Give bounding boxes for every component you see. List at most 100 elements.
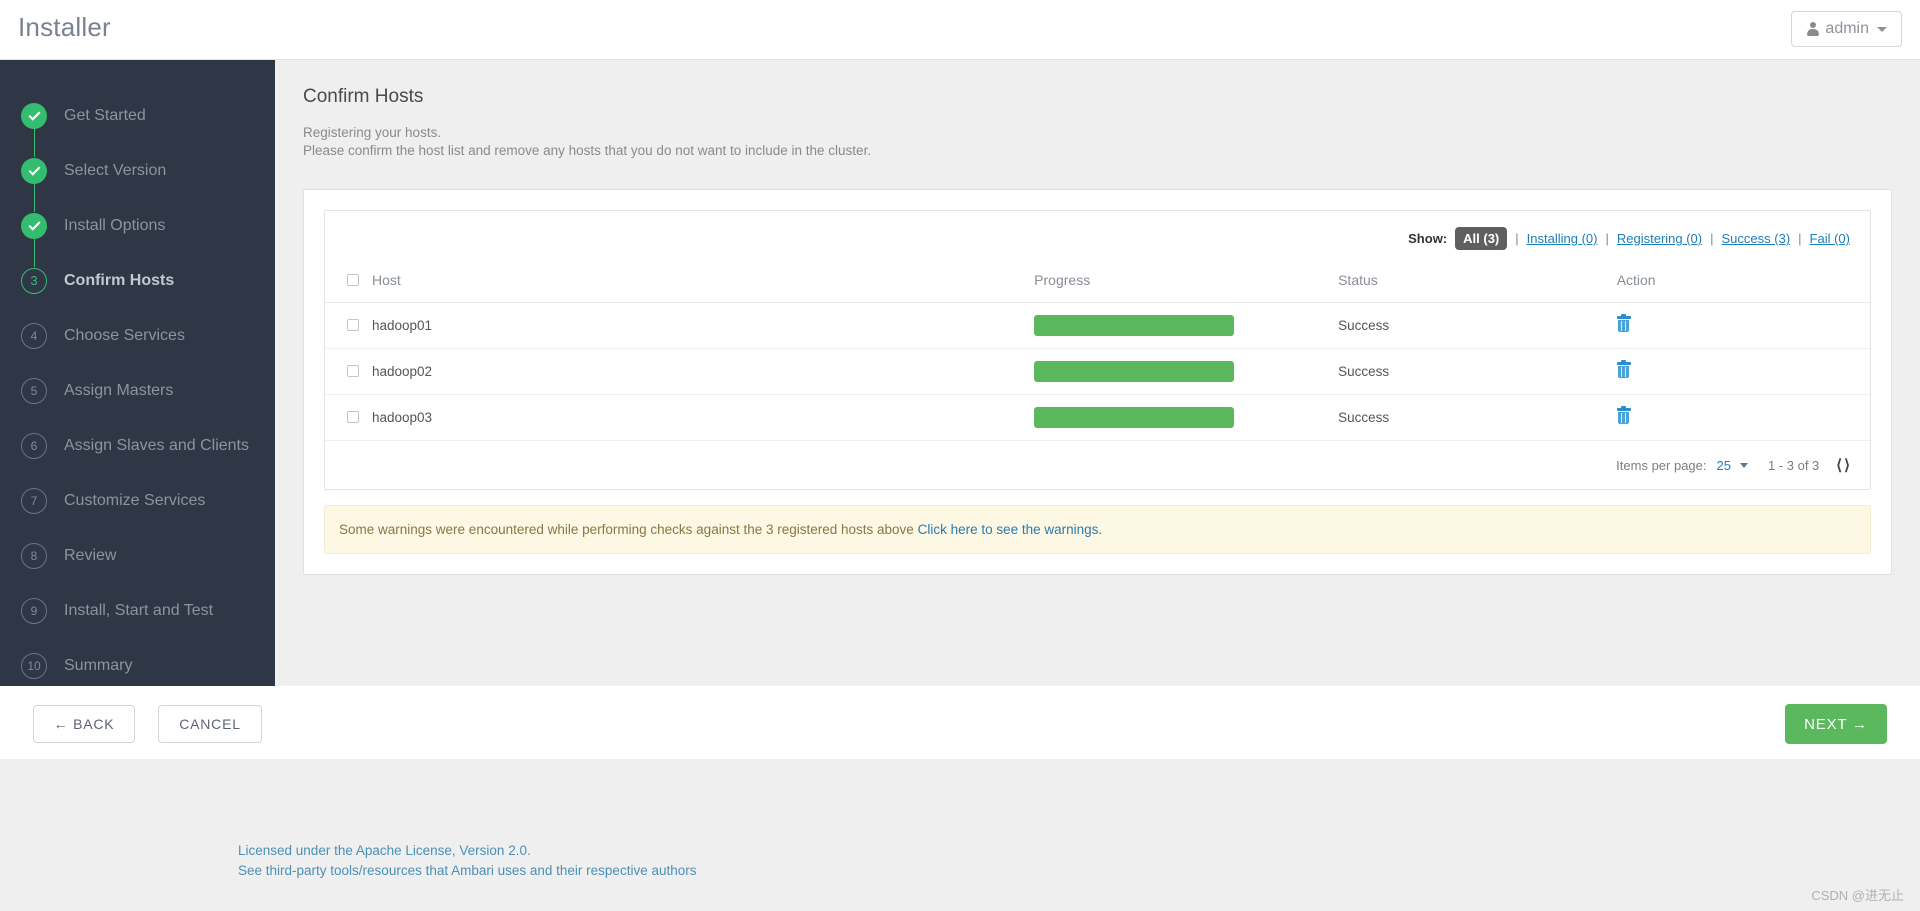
filter-separator: | <box>1605 231 1609 246</box>
items-per-page-chevron-down-icon[interactable] <box>1739 462 1748 468</box>
check-glyph <box>27 163 41 176</box>
check-glyph <box>27 218 41 231</box>
cell-progress <box>1034 348 1339 395</box>
step-connector <box>33 128 35 157</box>
step-connector <box>33 183 35 212</box>
row-checkbox[interactable] <box>347 365 359 377</box>
cell-host: hadoop02 <box>325 348 1035 395</box>
step-number-badge: 6 <box>21 432 47 459</box>
column-header-host: Host <box>325 266 1035 303</box>
progress-bar <box>1034 361 1235 382</box>
trash-icon[interactable] <box>1616 405 1631 424</box>
sidebar-step-confirm-hosts[interactable]: 3 Confirm Hosts <box>0 253 275 308</box>
filter-option-success-3[interactable]: Success (3) <box>1722 231 1791 246</box>
sidebar-step-assign-masters[interactable]: 5 Assign Masters <box>0 363 275 418</box>
filter-separator: | <box>1798 231 1802 246</box>
select-all-checkbox[interactable] <box>347 274 359 286</box>
sidebar-step-label: Confirm Hosts <box>64 271 175 289</box>
trash-icon[interactable] <box>1616 359 1631 378</box>
status-text: Success <box>1338 364 1390 379</box>
step-number-badge: 9 <box>21 597 47 624</box>
column-header-progress: Progress <box>1034 266 1339 303</box>
items-per-page-value[interactable]: 25 <box>1717 458 1731 473</box>
progress-bar-fill <box>1034 361 1235 382</box>
cell-status: Success <box>1338 302 1617 349</box>
sidebar-step-get-started[interactable]: Get Started <box>0 88 275 157</box>
step-number-badge: 3 <box>21 267 47 294</box>
sidebar-step-choose-services[interactable]: 4 Choose Services <box>0 308 275 363</box>
warning-banner: Some warnings were encountered while per… <box>324 505 1871 554</box>
progress-bar-fill <box>1034 407 1235 428</box>
status-text: Success <box>1338 410 1390 425</box>
cell-action <box>1616 348 1870 395</box>
column-header-action: Action <box>1616 266 1870 303</box>
filter-option-installing-0[interactable]: Installing (0) <box>1527 231 1598 246</box>
cancel-button[interactable]: CANCEL <box>158 705 262 743</box>
page-title: Confirm Hosts <box>303 86 424 107</box>
chevron-right-icon[interactable]: ⟩ <box>1844 458 1850 473</box>
sidebar-step-review[interactable]: 8 Review <box>0 528 275 583</box>
step-number-badge: 10 <box>21 652 47 679</box>
license-links: Licensed under the Apache License, Versi… <box>238 841 696 881</box>
filter-separator: | <box>1515 231 1519 246</box>
user-menu-label: admin <box>1825 20 1869 37</box>
pagination-bar: Items per page: 25 1 - 3 of 3 ⟨ ⟩ <box>325 441 1870 489</box>
page-subtitle-line1: Registering your hosts. <box>303 125 442 140</box>
host-name: hadoop03 <box>372 410 433 425</box>
table-row: hadoop01 Success <box>325 302 1870 349</box>
sidebar-step-summary[interactable]: 10 Summary <box>0 638 275 693</box>
host-name: hadoop01 <box>372 318 433 333</box>
progress-bar-fill <box>1034 315 1235 336</box>
hosts-table: Host Progress Status Action hadoop01 Succ… <box>325 266 1870 441</box>
main-content: Confirm Hosts Registering your hosts. Pl… <box>275 60 1920 686</box>
status-text: Success <box>1338 318 1390 333</box>
page-subtitle: Registering your hosts. Please confirm t… <box>303 124 1892 160</box>
warning-text: Some warnings were encountered while per… <box>339 522 918 537</box>
row-checkbox[interactable] <box>347 319 359 331</box>
warning-link[interactable]: Click here to see the warnings. <box>918 522 1103 537</box>
filter-option-all-3[interactable]: All (3) <box>1455 227 1508 250</box>
trash-icon[interactable] <box>1616 313 1631 332</box>
apache-license-link[interactable]: Licensed under the Apache License, Versi… <box>238 841 696 861</box>
next-button[interactable]: NEXT → <box>1785 704 1887 744</box>
sidebar-step-install-options[interactable]: Install Options <box>0 198 275 267</box>
step-number-badge: 5 <box>21 377 47 404</box>
user-menu-button[interactable]: admin <box>1791 11 1902 47</box>
step-number-badge: 7 <box>21 487 47 514</box>
step-number-badge: 8 <box>21 542 47 569</box>
cell-status: Success <box>1338 394 1617 441</box>
sidebar-step-select-version[interactable]: Select Version <box>0 143 275 212</box>
sidebar-step-label: Customize Services <box>64 491 206 509</box>
cell-progress <box>1034 394 1339 441</box>
table-row: hadoop03 Success <box>325 394 1870 441</box>
show-label: Show: <box>1408 231 1448 246</box>
sidebar-step-label: Get Started <box>64 106 146 124</box>
filter-option-registering-0[interactable]: Registering (0) <box>1617 231 1702 246</box>
filter-separator: | <box>1710 231 1714 246</box>
progress-bar <box>1034 407 1235 428</box>
page-subtitle-line2: Please confirm the host list and remove … <box>303 143 872 158</box>
cell-status: Success <box>1338 348 1617 395</box>
progress-bar <box>1034 315 1235 336</box>
check-icon <box>21 212 47 239</box>
chevron-left-icon[interactable]: ⟨ <box>1836 458 1842 473</box>
filter-option-fail-0[interactable]: Fail (0) <box>1810 231 1850 246</box>
status-filter-bar: Show: All (3) | Installing (0) | Registering… <box>325 211 1870 266</box>
third-party-tools-link[interactable]: See third-party tools/resources that Amb… <box>238 861 696 881</box>
items-per-page-label: Items per page: <box>1616 457 1707 473</box>
sidebar-step-assign-slaves-and-clients[interactable]: 6 Assign Slaves and Clients <box>0 418 275 473</box>
cell-host: hadoop03 <box>325 394 1035 441</box>
check-glyph <box>27 108 41 121</box>
back-button[interactable]: ← BACK <box>33 705 135 743</box>
sidebar-step-label: Choose Services <box>64 326 185 344</box>
pagination-nav: ⟨ ⟩ <box>1836 458 1850 473</box>
sidebar-step-customize-services[interactable]: 7 Customize Services <box>0 473 275 528</box>
sidebar-step-install-start-and-test[interactable]: 9 Install, Start and Test <box>0 583 275 638</box>
pagination-range: 1 - 3 of 3 <box>1767 457 1820 473</box>
sidebar-step-label: Install Options <box>64 216 166 234</box>
cell-action <box>1616 302 1870 349</box>
page-footer: Licensed under the Apache License, Versi… <box>0 759 1920 911</box>
user-icon <box>1806 22 1819 36</box>
row-checkbox[interactable] <box>347 411 359 423</box>
cell-progress <box>1034 302 1339 349</box>
